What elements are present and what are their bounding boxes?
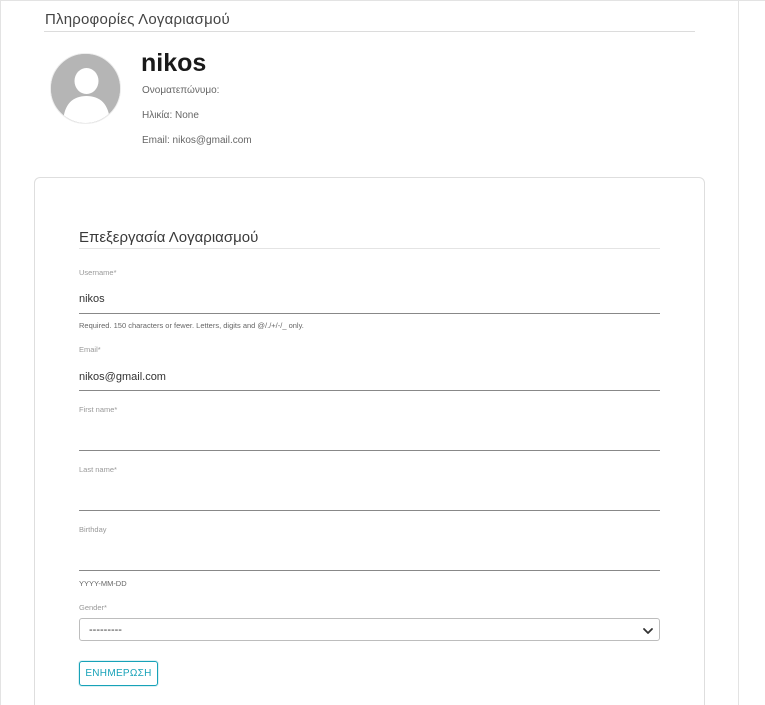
profile-full-name: Ονοματεπώνυμο: xyxy=(142,85,220,96)
account-info-title: Πληροφορίες Λογαριασμού xyxy=(45,11,230,28)
email-label: Email* xyxy=(79,345,101,354)
account-info-divider xyxy=(44,31,695,32)
username-underline xyxy=(79,313,660,314)
last-name-input[interactable] xyxy=(79,490,649,506)
first-name-label: First name* xyxy=(79,405,118,414)
gender-select[interactable]: --------- xyxy=(79,618,660,641)
edit-account-title: Επεξεργασία Λογαριασμού xyxy=(79,229,259,246)
first-name-input[interactable] xyxy=(79,430,649,446)
profile-username: nikos xyxy=(141,49,207,77)
first-name-underline xyxy=(79,450,660,451)
birthday-input[interactable] xyxy=(79,550,649,566)
profile-age: Ηλικία: None xyxy=(142,110,199,121)
last-name-underline xyxy=(79,510,660,511)
birthday-underline xyxy=(79,570,660,571)
user-avatar-icon xyxy=(50,53,121,124)
email-input[interactable] xyxy=(79,369,649,385)
username-input[interactable] xyxy=(79,291,649,307)
gender-selected-value: --------- xyxy=(89,624,122,636)
username-label: Username* xyxy=(79,268,117,277)
birthday-label: Birthday xyxy=(79,525,107,534)
profile-email: Email: nikos@gmail.com xyxy=(142,135,252,146)
page-frame-right xyxy=(738,0,739,705)
page-frame-top xyxy=(0,0,765,1)
username-help-text: Required. 150 characters or fewer. Lette… xyxy=(79,321,304,330)
edit-account-divider xyxy=(79,248,660,249)
last-name-label: Last name* xyxy=(79,465,117,474)
update-button[interactable]: ΕΝΗΜΕΡΩΣΗ xyxy=(79,661,158,686)
email-underline xyxy=(79,390,660,391)
birthday-help-text: YYYY-MM-DD xyxy=(79,579,127,588)
chevron-down-icon xyxy=(642,624,654,636)
page-frame-left xyxy=(0,0,1,705)
gender-label: Gender* xyxy=(79,603,107,612)
